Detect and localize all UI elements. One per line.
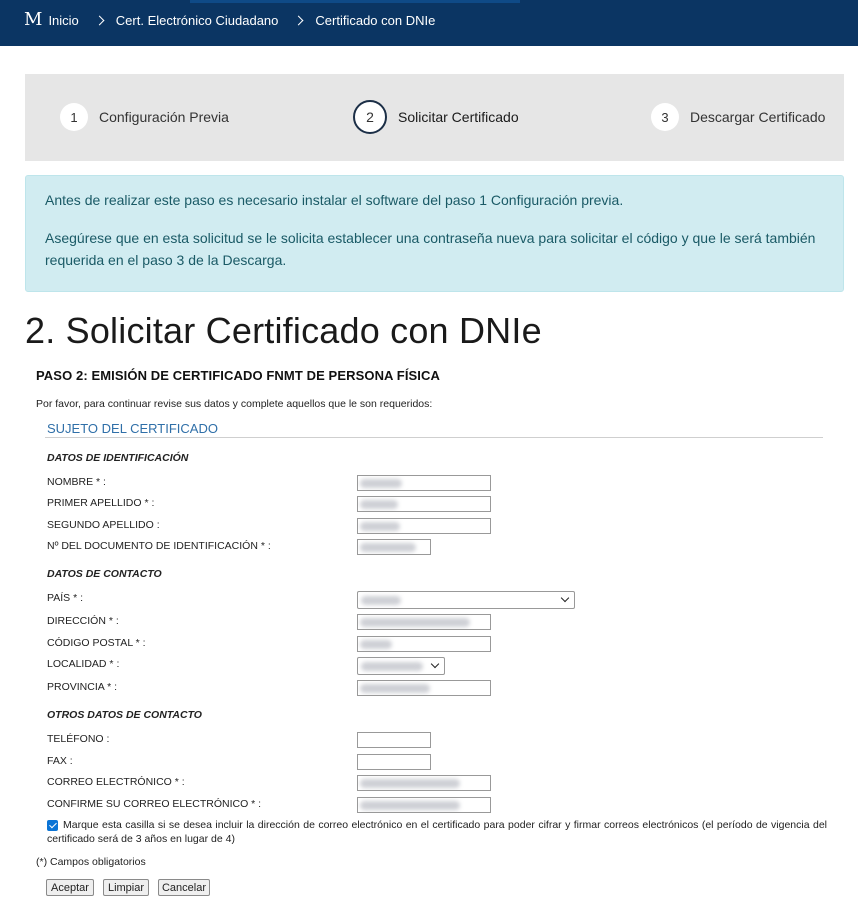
- chevron-down-icon: [560, 593, 570, 603]
- breadcrumb: M Inicio Cert. Electrónico Ciudadano Cer…: [24, 10, 435, 30]
- direccion-input[interactable]: [357, 614, 491, 630]
- label-localidad: LOCALIDAD * :: [47, 658, 120, 670]
- label-primer-apellido: PRIMER APELLIDO * :: [47, 497, 155, 509]
- alert-text-1: Antes de realizar este paso es necesario…: [45, 192, 624, 208]
- label-pais: PAÍS * :: [47, 592, 83, 604]
- label-documento: Nº DEL DOCUMENTO DE IDENTIFICACIÓN * :: [47, 540, 271, 552]
- section-divider: [45, 437, 823, 438]
- label-correo: CORREO ELECTRÓNICO * :: [47, 776, 185, 788]
- crown-logo-icon[interactable]: M: [24, 10, 42, 30]
- step-label: Solicitar Certificado: [398, 109, 519, 125]
- localidad-select[interactable]: [357, 657, 445, 675]
- primer-apellido-input[interactable]: [357, 496, 491, 512]
- label-confirmar-correo: CONFIRME SU CORREO ELECTRÓNICO * :: [47, 798, 262, 810]
- provincia-input[interactable]: [357, 680, 491, 696]
- group-contacto: DATOS DE CONTACTO: [47, 568, 162, 580]
- step-number: 2: [353, 100, 387, 134]
- page-title: 2. Solicitar Certificado con DNIe: [25, 310, 542, 351]
- label-telefono: TELÉFONO :: [47, 733, 110, 745]
- breadcrumb-inicio[interactable]: Inicio: [48, 13, 78, 28]
- label-fax: FAX :: [47, 755, 73, 767]
- pais-select[interactable]: [357, 591, 575, 609]
- group-otros-contacto: OTROS DATOS DE CONTACTO: [47, 709, 202, 721]
- top-navigation-bar: M Inicio Cert. Electrónico Ciudadano Cer…: [0, 0, 858, 46]
- checkbox-email-label: Marque esta casilla si se desea incluir …: [47, 819, 827, 845]
- label-codigo-postal: CÓDIGO POSTAL * :: [47, 637, 146, 649]
- step-descargar-certificado[interactable]: 3 Descargar Certificado: [651, 103, 825, 131]
- telefono-input[interactable]: [357, 732, 431, 748]
- nombre-input[interactable]: [357, 475, 491, 491]
- chevron-down-icon: [430, 659, 440, 669]
- step-number: 1: [60, 103, 88, 131]
- step-label: Configuración Previa: [99, 109, 229, 125]
- step-label: Descargar Certificado: [690, 109, 826, 125]
- step-number: 3: [651, 103, 679, 131]
- accept-button[interactable]: Aceptar: [46, 879, 94, 896]
- correo-input[interactable]: [357, 775, 491, 791]
- label-direccion: DIRECCIÓN * :: [47, 615, 119, 627]
- label-nombre: NOMBRE * :: [47, 476, 106, 488]
- chevron-right-icon: [293, 15, 304, 25]
- alert-text-2: Asegúrese que en esta solicitud se le so…: [45, 230, 816, 268]
- breadcrumb-cert-electronico[interactable]: Cert. Electrónico Ciudadano: [116, 13, 279, 28]
- form-step-heading: PASO 2: EMISIÓN DE CERTIFICADO FNMT DE P…: [36, 368, 440, 383]
- confirmar-correo-input[interactable]: [357, 797, 491, 813]
- fax-input[interactable]: [357, 754, 431, 770]
- label-segundo-apellido: SEGUNDO APELLIDO :: [47, 519, 160, 531]
- chevron-right-icon: [94, 15, 105, 25]
- section-title: SUJETO DEL CERTIFICADO: [47, 421, 218, 436]
- form-intro: Por favor, para continuar revise sus dat…: [36, 398, 433, 410]
- info-alert: Antes de realizar este paso es necesario…: [25, 175, 844, 292]
- wizard-steps: 1 Configuración Previa 2 Solicitar Certi…: [25, 74, 844, 161]
- step-configuracion-previa[interactable]: 1 Configuración Previa: [60, 103, 229, 131]
- step-solicitar-certificado[interactable]: 2 Solicitar Certificado: [353, 100, 519, 134]
- group-identificacion: DATOS DE IDENTIFICACIÓN: [47, 452, 189, 464]
- required-note: (*) Campos obligatorios: [36, 856, 146, 868]
- codigo-postal-input[interactable]: [357, 636, 491, 652]
- documento-input[interactable]: [357, 539, 431, 555]
- segundo-apellido-input[interactable]: [357, 518, 491, 534]
- clear-button[interactable]: Limpiar: [103, 879, 149, 896]
- breadcrumb-current: Certificado con DNIe: [315, 12, 436, 28]
- label-provincia: PROVINCIA * :: [47, 681, 118, 693]
- include-email-checkbox[interactable]: [47, 820, 58, 831]
- cancel-button[interactable]: Cancelar: [158, 879, 210, 896]
